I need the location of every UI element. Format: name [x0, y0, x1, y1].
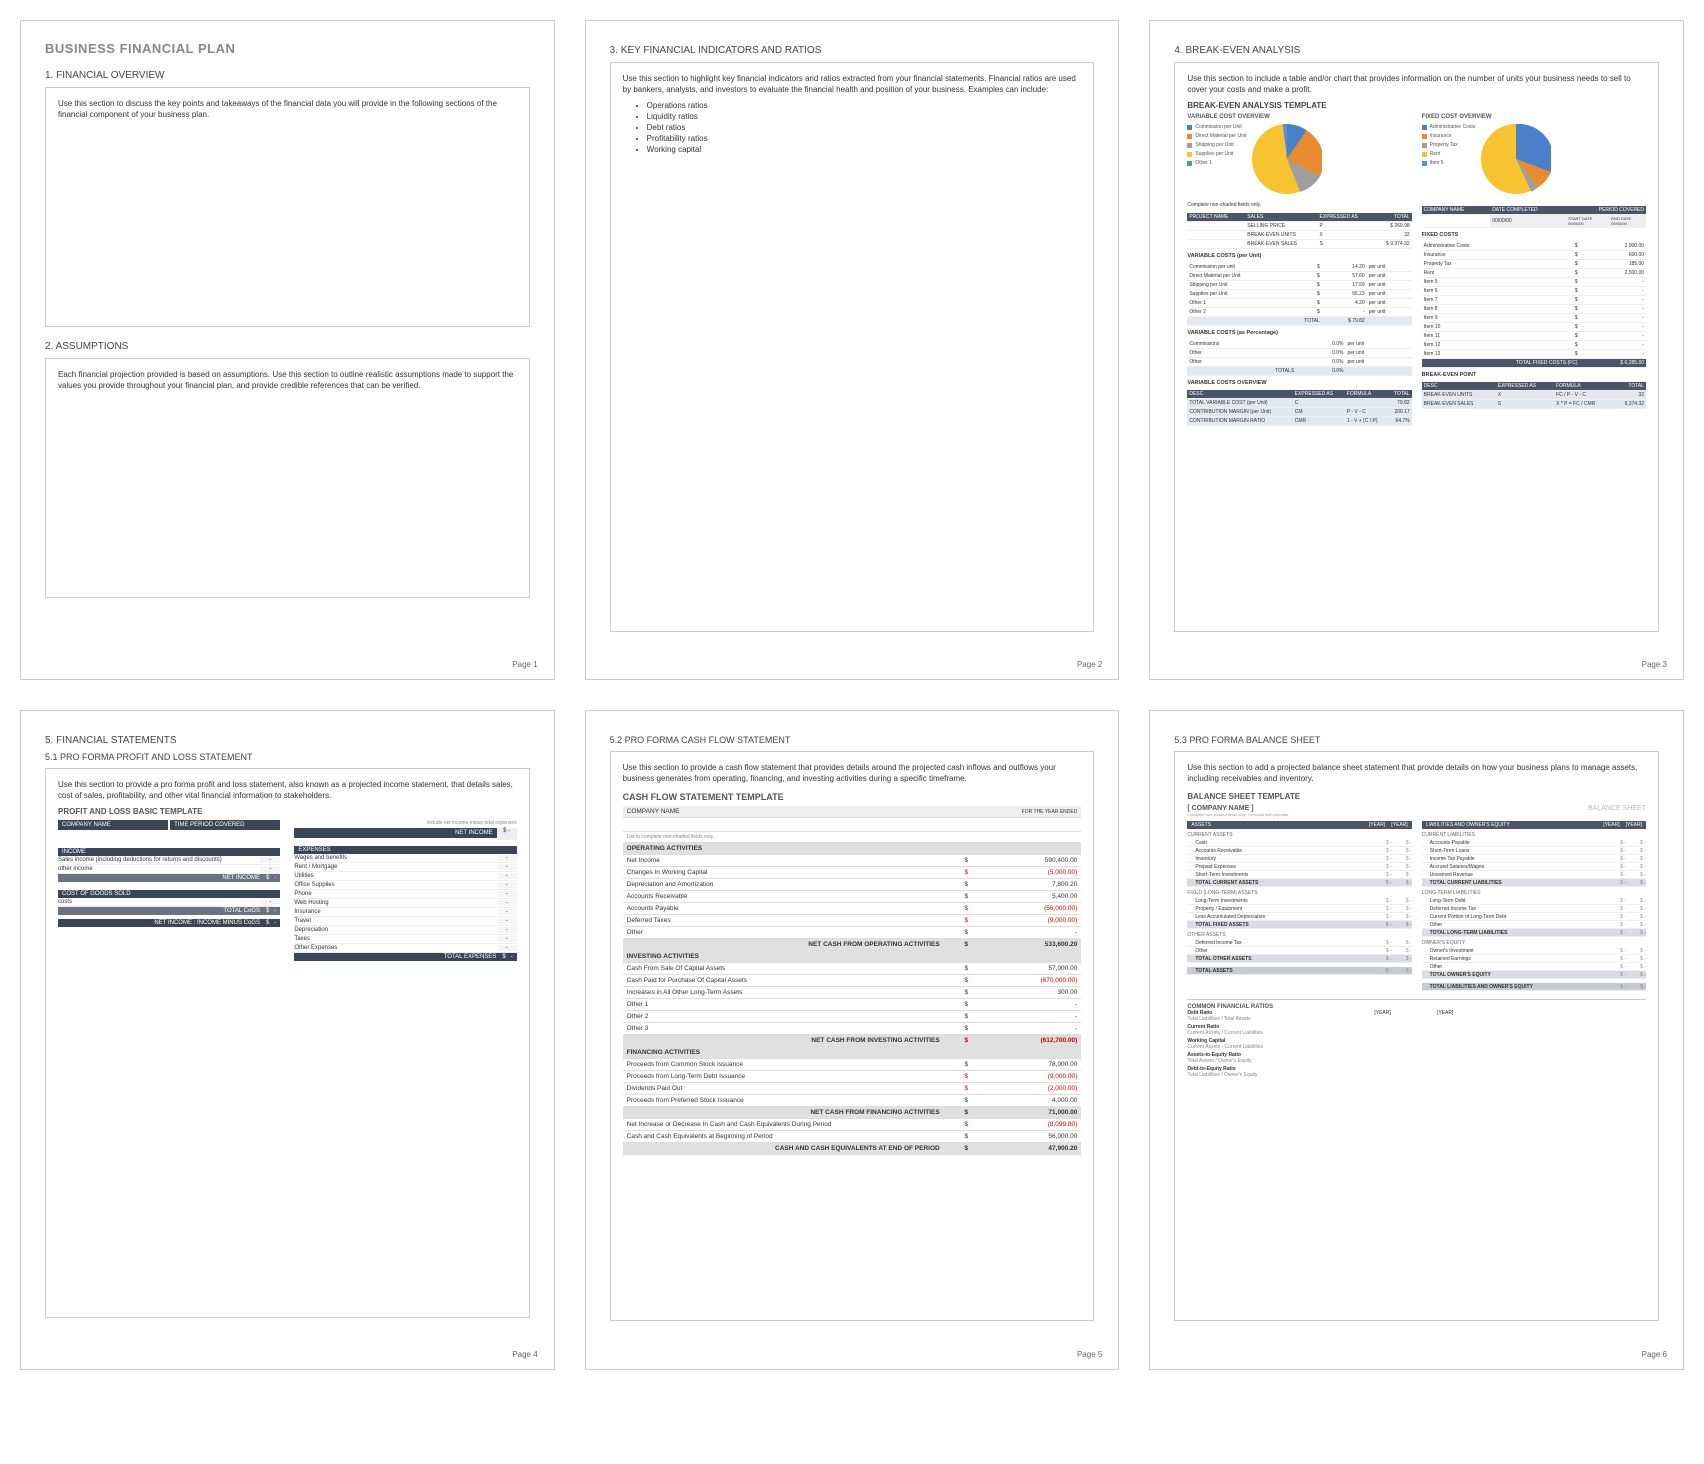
company-table: COMPANY NAMEDATE COMPLETEDPERIOD COVERED…: [1422, 206, 1646, 228]
section-3-title: 3. KEY FINANCIAL INDICATORS AND RATIOS: [610, 45, 1095, 56]
page-6: 5.3 PRO FORMA BALANCE SHEET Use this sec…: [1149, 710, 1684, 1370]
section-51-box: Use this section to provide a pro forma …: [45, 768, 530, 1318]
page-number: Page 1: [512, 660, 537, 669]
fix-cost-title: FIXED COST OVERVIEW: [1422, 114, 1646, 120]
price-table: PROJECT NAMESALESEXPRESSED ASTOTAL SELLI…: [1187, 213, 1411, 249]
var-cost-title: VARIABLE COST OVERVIEW: [1187, 114, 1411, 120]
pl-template-title: PROFIT AND LOSS BASIC TEMPLATE: [58, 807, 517, 816]
section-3-instr: Use this section to highlight key financ…: [623, 73, 1082, 95]
var-unit-table: Commission per unit$14.20per unitDirect …: [1187, 263, 1411, 326]
section-4-instr: Use this section to include a table and/…: [1187, 73, 1646, 95]
section-2-box: Each financial projection provided is ba…: [45, 358, 530, 598]
cash-flow-table: COMPANY NAMEFOR THE YEAR ENDED List to c…: [623, 806, 1082, 1155]
bs-template-title: BALANCE SHEET TEMPLATE: [1187, 792, 1646, 801]
section-2-title: 2. ASSUMPTIONS: [45, 341, 530, 352]
bs-assets-column: ASSETS[YEAR][YEAR] CURRENT ASSETS Cash$ …: [1187, 821, 1411, 991]
page-number: Page 3: [1642, 660, 1667, 669]
section-2-instr: Each financial projection provided is ba…: [58, 369, 517, 391]
section-53-title: 5.3 PRO FORMA BALANCE SHEET: [1174, 735, 1659, 745]
section-1-instr: Use this section to discuss the key poin…: [58, 98, 517, 120]
page-3: 4. BREAK-EVEN ANALYSIS Use this section …: [1149, 20, 1684, 680]
section-51-title: 5.1 PRO FORMA PROFIT AND LOSS STATEMENT: [45, 752, 530, 762]
fix-pie-chart: [1481, 124, 1551, 194]
page-number: Page 4: [512, 1350, 537, 1359]
section-52-instr: Use this section to provide a cash flow …: [623, 762, 1082, 784]
document-title: BUSINESS FINANCIAL PLAN: [45, 41, 530, 56]
page-2: 3. KEY FINANCIAL INDICATORS AND RATIOS U…: [585, 20, 1120, 680]
pl-right-column: include net income minus total expenses …: [294, 820, 516, 961]
section-1-box: Use this section to discuss the key poin…: [45, 87, 530, 327]
section-4-title: 4. BREAK-EVEN ANALYSIS: [1174, 45, 1659, 56]
cf-template-title: CASH FLOW STATEMENT TEMPLATE: [623, 792, 1082, 802]
be-template-title: BREAK-EVEN ANALYSIS TEMPLATE: [1187, 101, 1646, 110]
list-item: Working capital: [647, 145, 1082, 154]
overview-table: DESCEXPRESSED ASFORMULATOTALTOTAL VARIAB…: [1187, 390, 1411, 426]
list-item: Operations ratios: [647, 101, 1082, 110]
be-charts: VARIABLE COST OVERVIEW Commission per Un…: [1187, 114, 1646, 194]
fix-legend: Administrative Costs Insurance Property …: [1422, 124, 1476, 169]
var-pie-chart: [1252, 124, 1322, 194]
section-4-box: Use this section to include a table and/…: [1174, 62, 1659, 632]
page-number: Page 5: [1077, 1350, 1102, 1359]
var-legend: Commission per Unit Direct Material per …: [1187, 124, 1246, 169]
page-4: 5. FINANCIAL STATEMENTS 5.1 PRO FORMA PR…: [20, 710, 555, 1370]
section-52-title: 5.2 PRO FORMA CASH FLOW STATEMENT: [610, 735, 1095, 745]
list-item: Profitability ratios: [647, 134, 1082, 143]
section-5-title: 5. FINANCIAL STATEMENTS: [45, 735, 530, 746]
list-item: Debt ratios: [647, 123, 1082, 132]
page-number: Page 2: [1077, 660, 1102, 669]
bs-liab-column: LIABILITIES AND OWNER'S EQUITY[YEAR][YEA…: [1422, 821, 1646, 991]
page-number: Page 6: [1642, 1350, 1667, 1359]
list-item: Liquidity ratios: [647, 112, 1082, 121]
section-52-box: Use this section to provide a cash flow …: [610, 751, 1095, 1321]
pl-left-column: COMPANY NAMETIME PERIOD COVERED INCOME S…: [58, 820, 280, 961]
section-53-box: Use this section to add a projected bala…: [1174, 751, 1659, 1321]
bep-table: DESCEXPRESSED ASFORMULATOTALBREAK-EVEN U…: [1422, 382, 1646, 409]
section-51-instr: Use this section to provide a pro forma …: [58, 779, 517, 801]
var-pct-table: Commissions0.0%per unitOther0.0%per unit…: [1187, 340, 1411, 376]
fixed-costs-table: Administrative Costs$2,000.00Insurance$6…: [1422, 242, 1646, 368]
section-3-box: Use this section to highlight key financ…: [610, 62, 1095, 632]
section-1-title: 1. FINANCIAL OVERVIEW: [45, 70, 530, 81]
page-5: 5.2 PRO FORMA CASH FLOW STATEMENT Use th…: [585, 710, 1120, 1370]
section-3-list: Operations ratios Liquidity ratios Debt …: [647, 101, 1082, 154]
page-1: BUSINESS FINANCIAL PLAN 1. FINANCIAL OVE…: [20, 20, 555, 680]
section-53-instr: Use this section to add a projected bala…: [1187, 762, 1646, 784]
